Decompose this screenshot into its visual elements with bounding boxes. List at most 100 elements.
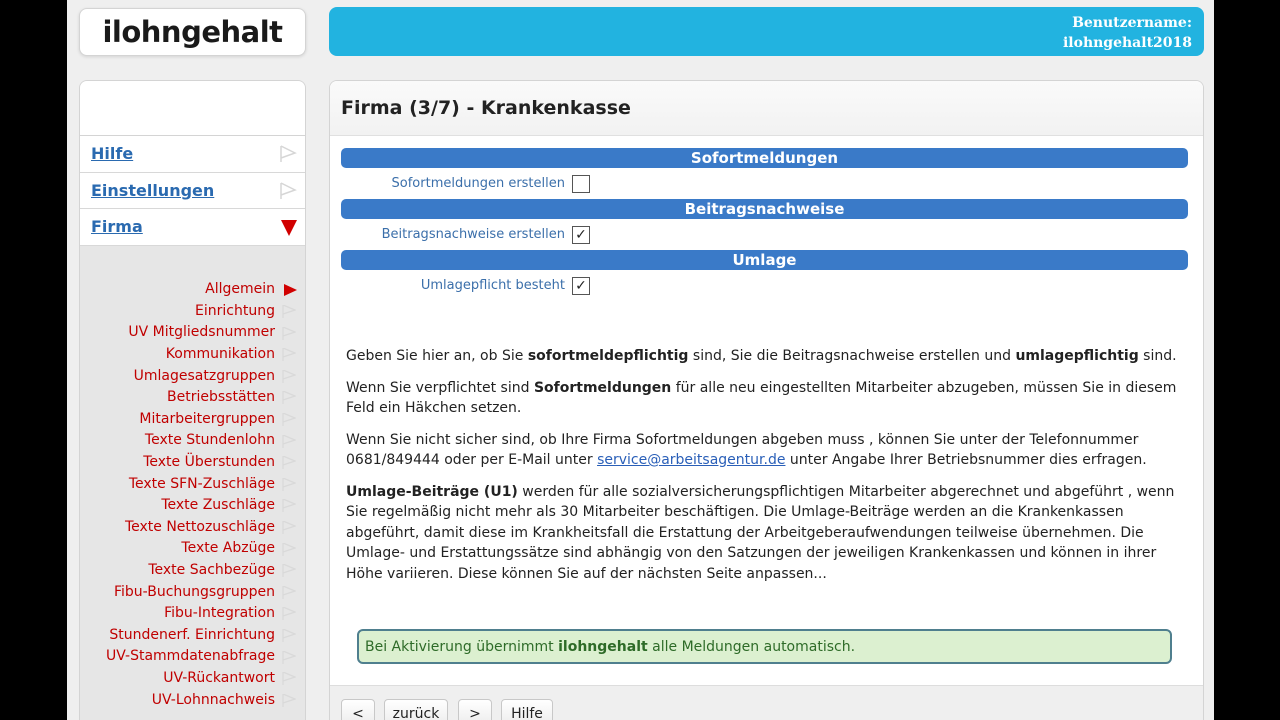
text-bold: Umlage-Beiträge (U1) [346,483,518,500]
sub-nav-item[interactable]: Allgemein [80,279,305,301]
expanded-triangle-icon [281,220,297,236]
sub-nav-item[interactable]: Einrichtung [80,300,305,322]
sub-nav-item[interactable]: Texte Sachbezüge [80,559,305,581]
section-header-beitragsnachweise: Beitragsnachweise [341,199,1188,219]
flag-icon [282,305,296,319]
footer-toolbar: < zurück > Hilfe [330,685,1203,720]
sub-nav-label: UV-Stammdatenabfrage [106,648,275,665]
flag-icon [280,145,297,162]
flag-icon [282,477,296,491]
flag-icon [282,650,296,664]
flag-icon [282,607,296,621]
page-title-bar: Firma (3/7) - Krankenkasse [330,81,1203,136]
logo[interactable]: ilohngehalt [79,8,306,56]
sub-nav-item[interactable]: Texte Zuschläge [80,494,305,516]
sub-nav-label: Texte Zuschläge [161,497,275,514]
help-paragraph: Umlage-Beiträge (U1) werden für alle soz… [346,482,1186,585]
sub-nav-label: Texte Stundenlohn [144,432,275,449]
help-paragraph: Wenn Sie verpflichtet sind Sofortmeldung… [346,378,1186,419]
sub-nav-item[interactable]: Fibu-Buchungsgruppen [80,581,305,603]
sidebar-item-label: Firma [91,217,143,237]
sub-nav-item[interactable]: Mitarbeitergruppen [80,408,305,430]
text-bold: sofortmeldepflichtig [527,348,689,364]
sub-nav-label: Texte Nettozuschläge [124,518,275,535]
text-span: alle Meldungen automatisch. [652,638,856,655]
sub-nav-item[interactable]: UV-Rückantwort [80,667,305,689]
field-label: Beitragsnachweise erstellen [381,227,565,242]
page-title: Firma (3/7) - Krankenkasse [341,97,631,119]
flag-icon [282,542,296,556]
sub-nav-item[interactable]: Texte Abzüge [80,538,305,560]
first-button[interactable]: < [341,699,375,720]
sidebar: Hilfe Einstellungen Firma Allgemein Einri… [79,80,306,720]
sub-nav-label: Allgemein [205,281,275,298]
text-bold: umlagepflichtig [1015,348,1139,364]
text-bold: ilohngehalt [558,638,648,655]
flag-icon [282,326,296,340]
text-bold: Sofortmeldungen [533,379,672,396]
flag-icon [282,629,296,642]
sub-nav-item[interactable]: Texte Nettozuschläge [80,516,305,538]
back-button[interactable]: zurück [384,699,448,720]
email-link[interactable]: service@arbeitsagentur.de [597,452,785,468]
sub-nav-item[interactable]: Texte SFN-Zuschläge [80,473,305,495]
sub-nav-label: Einrichtung [195,302,275,319]
sidebar-item-einstellungen[interactable]: Einstellungen [80,172,305,209]
sub-nav-label: UV-Rückantwort [163,669,275,686]
text-span: sind. [1138,348,1177,364]
umlagepflicht-checkbox[interactable]: ✓ [572,277,590,295]
flag-icon [282,564,296,578]
sidebar-item-label: Hilfe [91,144,134,164]
sofortmeldungen-checkbox[interactable] [572,175,590,193]
sidebar-item-hilfe[interactable]: Hilfe [80,136,305,173]
sub-nav-item[interactable]: Kommunikation [80,343,305,365]
sub-nav-label: Umlagesatzgruppen [133,367,275,384]
help-button[interactable]: Hilfe [501,699,553,720]
sub-nav-label: Fibu-Integration [164,605,275,622]
sub-nav-item[interactable]: Fibu-Integration [80,602,305,624]
sub-nav-label: Texte SFN-Zuschläge [128,475,275,492]
flag-icon [282,456,296,470]
firma-sub-nav: Allgemein Einrichtung UV Mitgliedsnummer Ko… [80,246,305,711]
sub-nav-item[interactable]: UV-Lohnnachweis [80,689,305,711]
sidebar-item-label: Einstellungen [91,180,215,200]
sub-nav-item[interactable]: UV-Stammdatenabfrage [80,646,305,668]
sub-nav-item[interactable]: Texte Überstunden [80,451,305,473]
field-label: Sofortmeldungen erstellen [391,176,565,191]
username-value: ilohngehalt2018 [1062,35,1192,51]
sub-nav-label: Texte Sachbezüge [148,562,275,579]
next-button[interactable]: > [458,699,492,720]
sub-nav-label: Mitarbeitergruppen [139,410,275,427]
text-span: Geben Sie hier an, ob Sie [346,348,528,364]
sub-nav-item[interactable]: Betriebsstätten [80,386,305,408]
sub-nav-item[interactable]: Texte Stundenlohn [80,430,305,452]
help-text: Geben Sie hier an, ob Sie sofortmeldepfl… [346,346,1186,595]
sub-nav-item[interactable]: Stundenerf. Einrichtung [80,624,305,646]
flag-icon [282,499,296,513]
sub-nav-item[interactable]: Umlagesatzgruppen [80,365,305,387]
sub-nav-label: UV-Lohnnachweis [151,691,275,708]
sub-nav-label: Fibu-Buchungsgruppen [114,583,275,600]
flag-icon [282,672,296,686]
flag-icon [282,434,296,448]
sidebar-header [80,81,305,136]
sub-nav-label: UV Mitgliedsnummer [128,324,275,341]
flag-icon [282,521,296,535]
sub-nav-item[interactable]: UV Mitgliedsnummer [80,322,305,344]
help-paragraph: Wenn Sie nicht sicher sind, ob Ihre Firm… [346,430,1186,471]
active-arrow-icon [284,283,297,296]
flag-icon [280,181,297,199]
flag-icon [282,693,296,707]
main-panel: Firma (3/7) - Krankenkasse Sofortmeldung… [329,80,1204,720]
text-span: Wenn Sie verpflichtet sind [346,379,534,396]
text-span: Bei Aktivierung übernimmt [365,638,554,655]
flag-icon [282,391,296,405]
beitragsnachweise-checkbox[interactable]: ✓ [572,226,590,244]
app-window: ilohngehalt Benutzername: ilohngehalt201… [67,0,1214,720]
logo-text: ilohngehalt [102,15,283,49]
sidebar-item-firma[interactable]: Firma [80,209,305,246]
sub-nav-label: Texte Abzüge [181,540,275,557]
text-span: sind, Sie die Beitragsnachweise erstelle… [688,348,1016,364]
section-header-umlage: Umlage [341,250,1188,270]
sub-nav-label: Kommunikation [165,346,275,363]
